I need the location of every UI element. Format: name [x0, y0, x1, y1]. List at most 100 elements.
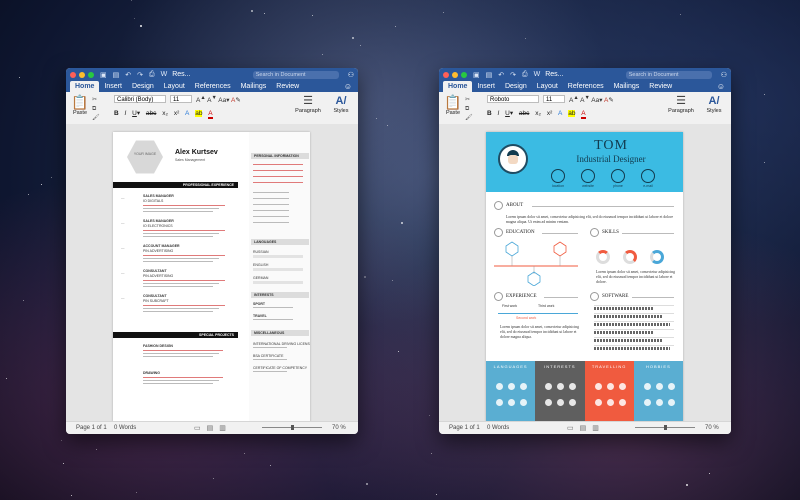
- paragraph-button[interactable]: ☰ Paragraph: [294, 94, 322, 114]
- paragraph-button[interactable]: ☰ Paragraph: [667, 94, 695, 114]
- zoom-level[interactable]: 70 %: [705, 425, 719, 431]
- subscript-button[interactable]: x₂: [162, 110, 168, 117]
- ribbon-home: 📋 Paste ✂ ⧉ 🖌 Roboto 11 A▲ A▼ Aa▾ A✎ B I U…: [439, 92, 731, 125]
- document-page[interactable]: YOUR IMAGE Alex Kurtsev Sales Management…: [113, 132, 310, 422]
- panel-icon: [508, 399, 515, 406]
- panel-icon: [667, 383, 675, 390]
- ribbon-tabs: Home Insert Design Layout References Mai…: [439, 81, 731, 92]
- document-area[interactable]: YOUR IMAGE Alex Kurtsev Sales Management…: [66, 124, 358, 422]
- section-professional-experience: PROFESSIONAL EXPERIENCE: [113, 182, 238, 188]
- tab-home[interactable]: Home: [70, 81, 100, 92]
- page-count: Page 1 of 1: [76, 425, 107, 431]
- zoom-slider-knob[interactable]: [291, 425, 294, 430]
- job-company: PIN ADVERTISING: [143, 274, 174, 278]
- tab-references[interactable]: References: [190, 81, 236, 92]
- search-input[interactable]: Search in Document: [252, 70, 339, 79]
- redo-icon[interactable]: ↷: [510, 71, 516, 79]
- document-page[interactable]: TOM Industrial Designer location website p…: [486, 132, 683, 422]
- font-name-select[interactable]: Roboto: [487, 95, 539, 103]
- panel-icon: [520, 399, 527, 406]
- minimize-button[interactable]: [79, 71, 85, 78]
- highlight-button[interactable]: ab: [195, 110, 203, 117]
- sidebar-icon[interactable]: ▣: [100, 71, 107, 79]
- tab-insert[interactable]: Insert: [472, 81, 500, 92]
- title-bar[interactable]: ▣ ▤ ↶ ↷ ⎙ W Res... Search in Document ⚇: [66, 68, 358, 81]
- sidebar-icon[interactable]: ▣: [473, 71, 480, 79]
- star: [71, 495, 72, 496]
- zoom-level[interactable]: 70 %: [332, 425, 346, 431]
- print-icon[interactable]: ⎙: [149, 71, 155, 79]
- word-window-right[interactable]: ▣ ▤ ↶ ↷ ⎙ W Res... Search in Document ⚇ …: [439, 68, 731, 434]
- star: [709, 473, 710, 474]
- redo-icon[interactable]: ↷: [137, 71, 143, 79]
- font-color-button[interactable]: A: [581, 110, 586, 119]
- zoom-slider-knob[interactable]: [664, 425, 667, 430]
- zoom-button[interactable]: [88, 71, 94, 78]
- text-effects-button[interactable]: A: [558, 110, 562, 117]
- job-company: IO ELECTRONICS: [143, 224, 173, 228]
- bold-button[interactable]: B: [114, 110, 119, 117]
- undo-icon[interactable]: ↶: [498, 71, 504, 79]
- font-size-tools[interactable]: A▲ A▼ Aa▾ A✎: [569, 95, 614, 104]
- tab-review[interactable]: Review: [271, 81, 304, 92]
- tab-design[interactable]: Design: [500, 81, 532, 92]
- clipboard-tools[interactable]: ✂ ⧉ 🖌: [92, 96, 100, 123]
- feedback-smiley-icon[interactable]: ☺: [717, 81, 725, 92]
- tab-mailings[interactable]: Mailings: [609, 81, 645, 92]
- close-button[interactable]: [70, 71, 76, 78]
- superscript-button[interactable]: x²: [174, 110, 179, 117]
- clipboard-tools[interactable]: ✂ ⧉ 🖌: [465, 96, 473, 123]
- resume-name: Alex Kurtsev: [175, 149, 218, 156]
- styles-button[interactable]: A/ Styles: [328, 94, 354, 114]
- tab-design[interactable]: Design: [127, 81, 159, 92]
- font-name-select[interactable]: Calibri (Body): [114, 95, 166, 103]
- search-input[interactable]: Search in Document: [625, 70, 712, 79]
- tab-layout[interactable]: Layout: [159, 81, 190, 92]
- bold-button[interactable]: B: [487, 110, 492, 117]
- contact-icon: [551, 169, 565, 183]
- text-effects-button[interactable]: A: [185, 110, 189, 117]
- font-size-select[interactable]: 11: [170, 95, 192, 103]
- font-color-button[interactable]: A: [208, 110, 213, 119]
- tab-insert[interactable]: Insert: [99, 81, 127, 92]
- strikethrough-button[interactable]: abc: [146, 110, 156, 117]
- title-bar[interactable]: ▣ ▤ ↶ ↷ ⎙ W Res... Search in Document ⚇: [439, 68, 731, 81]
- font-size-tools[interactable]: A▲ A▼ Aa▾ A✎: [196, 95, 241, 104]
- italic-button[interactable]: I: [125, 110, 127, 117]
- undo-icon[interactable]: ↶: [125, 71, 131, 79]
- italic-button[interactable]: I: [498, 110, 500, 117]
- tab-mailings[interactable]: Mailings: [236, 81, 272, 92]
- word-window-left[interactable]: ▣ ▤ ↶ ↷ ⎙ W Res... Search in Document ⚇ …: [66, 68, 358, 434]
- view-mode-buttons[interactable]: ▭▤▥: [194, 424, 232, 432]
- view-mode-buttons[interactable]: ▭▤▥: [567, 424, 605, 432]
- font-size-select[interactable]: 11: [543, 95, 565, 103]
- save-icon[interactable]: ▤: [486, 71, 493, 79]
- paste-button[interactable]: 📋 Paste: [443, 94, 463, 116]
- strikethrough-button[interactable]: abc: [519, 110, 529, 117]
- feedback-smiley-icon[interactable]: ☺: [344, 81, 352, 92]
- paste-button[interactable]: 📋 Paste: [70, 94, 90, 116]
- panel-icon: [594, 399, 602, 406]
- subscript-button[interactable]: x₂: [535, 110, 541, 117]
- styles-button[interactable]: A/ Styles: [701, 94, 727, 114]
- document-area[interactable]: TOM Industrial Designer location website p…: [439, 124, 731, 422]
- share-person-icon[interactable]: ⚇: [348, 71, 354, 79]
- zoom-button[interactable]: [461, 71, 467, 78]
- close-button[interactable]: [443, 71, 449, 78]
- share-person-icon[interactable]: ⚇: [721, 71, 727, 79]
- print-icon[interactable]: ⎙: [522, 71, 528, 79]
- superscript-button[interactable]: x²: [547, 110, 552, 117]
- tab-review[interactable]: Review: [644, 81, 677, 92]
- job-desc-line: [143, 233, 219, 234]
- minimize-button[interactable]: [452, 71, 458, 78]
- underline-button[interactable]: U▾: [132, 109, 140, 117]
- tab-references[interactable]: References: [563, 81, 609, 92]
- save-icon[interactable]: ▤: [113, 71, 120, 79]
- section-personal-information: PERSONAL INFORMATION: [251, 153, 309, 159]
- tab-home[interactable]: Home: [443, 81, 473, 92]
- underline-button[interactable]: U▾: [505, 109, 513, 117]
- tab-layout[interactable]: Layout: [532, 81, 563, 92]
- contact-icon: [611, 169, 625, 183]
- star: [51, 177, 52, 178]
- highlight-button[interactable]: ab: [568, 110, 576, 117]
